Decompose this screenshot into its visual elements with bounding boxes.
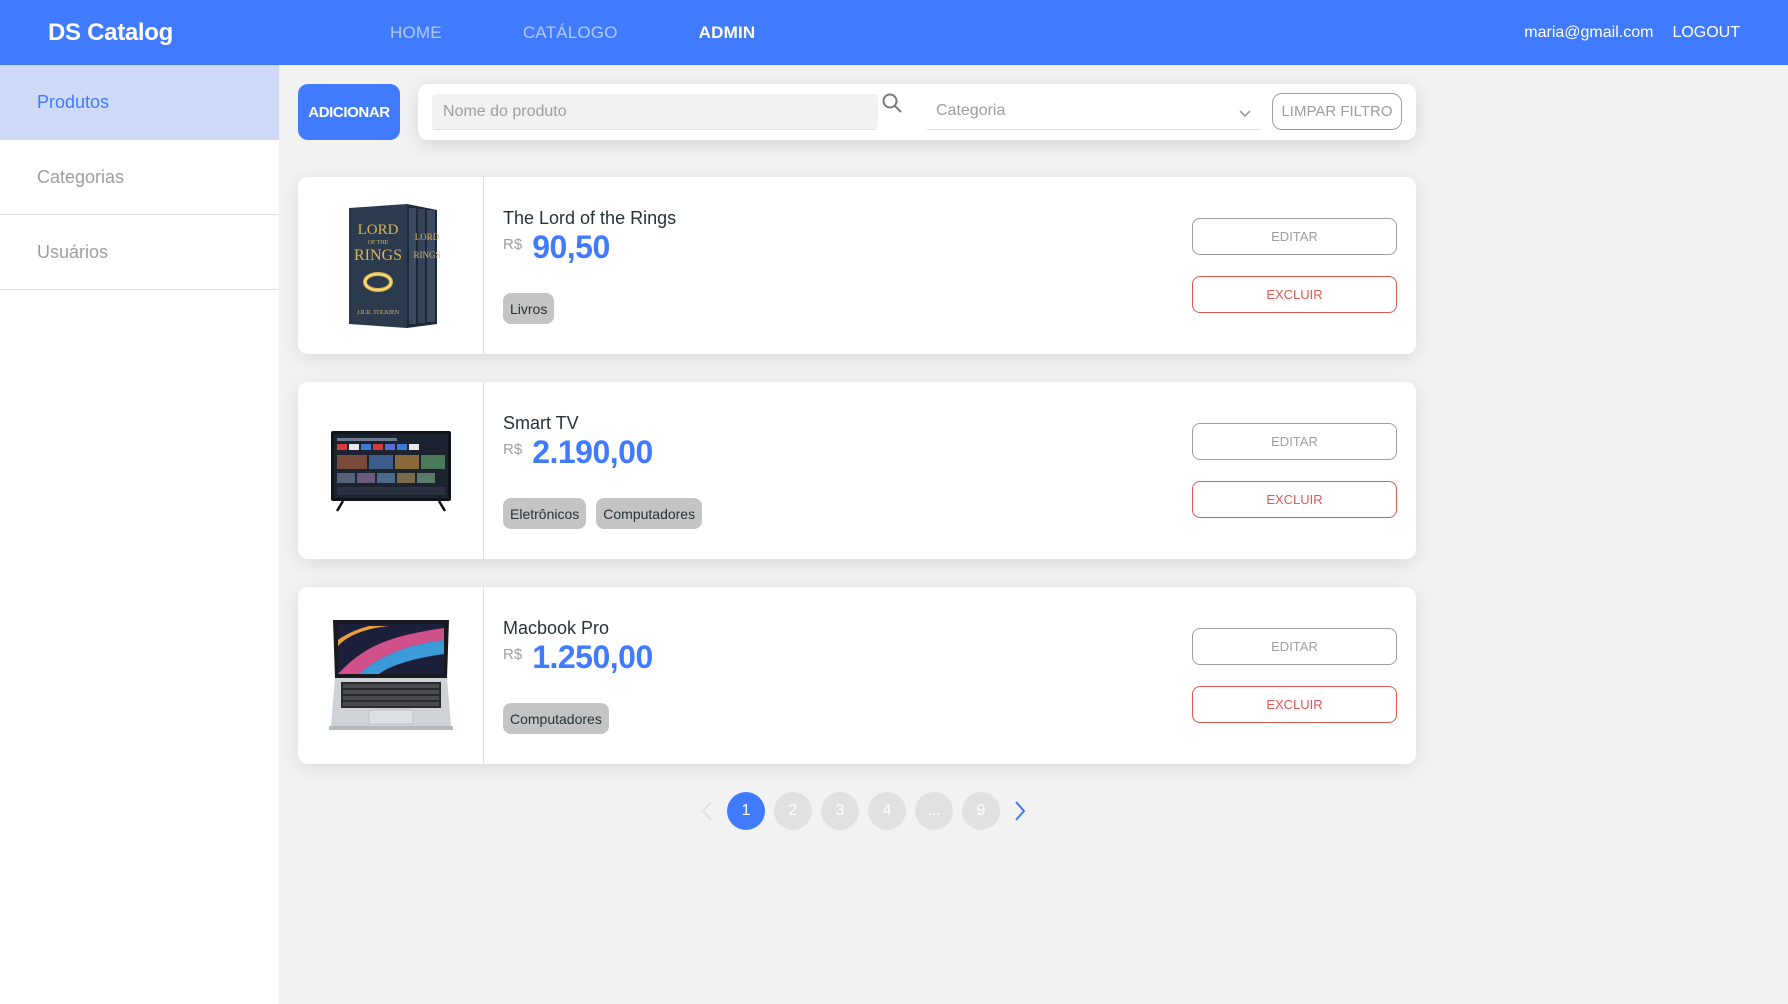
category-badge: Computadores (503, 703, 609, 734)
filter-card: Categoria LIMPAR FILTRO (418, 84, 1416, 140)
product-card: Smart TV R$ 2.190,00 Eletrônicos Computa… (298, 382, 1416, 559)
product-price: R$ 90,50 (503, 229, 676, 266)
category-badge: Livros (503, 293, 555, 324)
page-ellipsis: ... (915, 792, 953, 830)
svg-text:OF THE: OF THE (367, 240, 388, 246)
book-box-set-icon: LORD OF THE RINGS J.R.R. TOLKIEN LORD RI… (348, 203, 440, 328)
edit-button[interactable]: EDITAR (1192, 423, 1397, 460)
price-value: 1.250,00 (532, 639, 653, 675)
user-email: maria@gmail.com (1524, 23, 1654, 41)
logout-link[interactable]: LOGOUT (1672, 24, 1740, 42)
pagination: 1 2 3 4 ... 9 (696, 792, 1031, 830)
sidebar-item-label: Produtos (37, 92, 110, 112)
nav-link-catalog[interactable]: CATÁLOGO (523, 23, 618, 43)
product-price: R$ 2.190,00 (503, 434, 653, 471)
category-select[interactable]: Categoria (927, 94, 1261, 130)
product-name: The Lord of the Rings (503, 208, 677, 228)
product-info: Smart TV R$ 2.190,00 (503, 412, 653, 471)
product-name: Macbook Pro (503, 618, 610, 638)
category-badges: Livros (503, 293, 555, 324)
category-badge: Computadores (596, 498, 703, 529)
sidebar-item-categorias[interactable]: Categorias (0, 140, 279, 215)
category-badges: Eletrônicos Computadores (503, 498, 703, 529)
category-badges: Computadores (503, 703, 609, 734)
edit-button[interactable]: EDITAR (1192, 628, 1397, 665)
page-button-1[interactable]: 1 (727, 792, 765, 830)
page-button-3[interactable]: 3 (821, 792, 859, 830)
delete-button[interactable]: EXCLUIR (1192, 276, 1397, 313)
admin-sidebar: Produtos Categorias Usuários (0, 65, 279, 1004)
previous-page-arrow-icon[interactable] (696, 792, 718, 830)
delete-button[interactable]: EXCLUIR (1192, 481, 1397, 518)
product-name: Smart TV (503, 413, 579, 433)
delete-button[interactable]: EXCLUIR (1192, 686, 1397, 723)
product-image-laptop (298, 587, 484, 764)
price-currency: R$ (503, 441, 523, 458)
category-select-value: Categoria (936, 102, 1006, 119)
category-badge: Eletrônicos (503, 498, 587, 529)
clear-filter-button[interactable]: LIMPAR FILTRO (1272, 93, 1402, 130)
laptop-icon (328, 619, 453, 730)
product-info: The Lord of the Rings R$ 90,50 (503, 207, 676, 266)
search-input[interactable] (432, 94, 878, 129)
price-value: 90,50 (532, 229, 610, 265)
chevron-down-icon (1238, 106, 1252, 118)
navbar: DS Catalog HOME CATÁLOGO ADMIN maria@gma… (0, 0, 1788, 65)
svg-text:LORD: LORD (357, 222, 398, 238)
nav-link-home[interactable]: HOME (390, 23, 442, 43)
sidebar-item-label: Usuários (37, 241, 109, 262)
product-info: Macbook Pro R$ 1.250,00 (503, 617, 653, 676)
sidebar-item-label: Categorias (37, 166, 125, 187)
add-product-button[interactable]: ADICIONAR (298, 84, 400, 140)
next-page-arrow-icon[interactable] (1009, 792, 1031, 830)
product-price: R$ 1.250,00 (503, 639, 653, 676)
product-image-tv (298, 382, 484, 559)
page-button-9[interactable]: 9 (962, 792, 1000, 830)
search-box (432, 94, 878, 130)
svg-text:LORD: LORD (414, 232, 439, 242)
search-icon[interactable] (881, 92, 903, 114)
nav-user-area: maria@gmail.com LOGOUT (1524, 0, 1740, 65)
sidebar-item-usuarios[interactable]: Usuários (0, 215, 279, 290)
product-image-book: LORD OF THE RINGS J.R.R. TOLKIEN LORD RI… (298, 177, 484, 354)
svg-text:RINGS: RINGS (413, 250, 440, 260)
nav-links: HOME CATÁLOGO ADMIN (390, 0, 836, 65)
page-button-4[interactable]: 4 (868, 792, 906, 830)
price-currency: R$ (503, 646, 523, 663)
product-card: Macbook Pro R$ 1.250,00 Computadores EDI… (298, 587, 1416, 764)
sidebar-item-produtos[interactable]: Produtos (0, 65, 279, 140)
svg-text:RINGS: RINGS (353, 247, 401, 264)
price-currency: R$ (503, 236, 523, 253)
nav-link-admin[interactable]: ADMIN (699, 23, 756, 43)
edit-button[interactable]: EDITAR (1192, 218, 1397, 255)
page-button-2[interactable]: 2 (774, 792, 812, 830)
price-value: 2.190,00 (532, 434, 653, 470)
svg-text:J.R.R. TOLKIEN: J.R.R. TOLKIEN (356, 310, 399, 316)
brand-logo[interactable]: DS Catalog (48, 0, 173, 65)
product-card: LORD OF THE RINGS J.R.R. TOLKIEN LORD RI… (298, 177, 1416, 354)
smart-tv-icon (330, 430, 451, 512)
